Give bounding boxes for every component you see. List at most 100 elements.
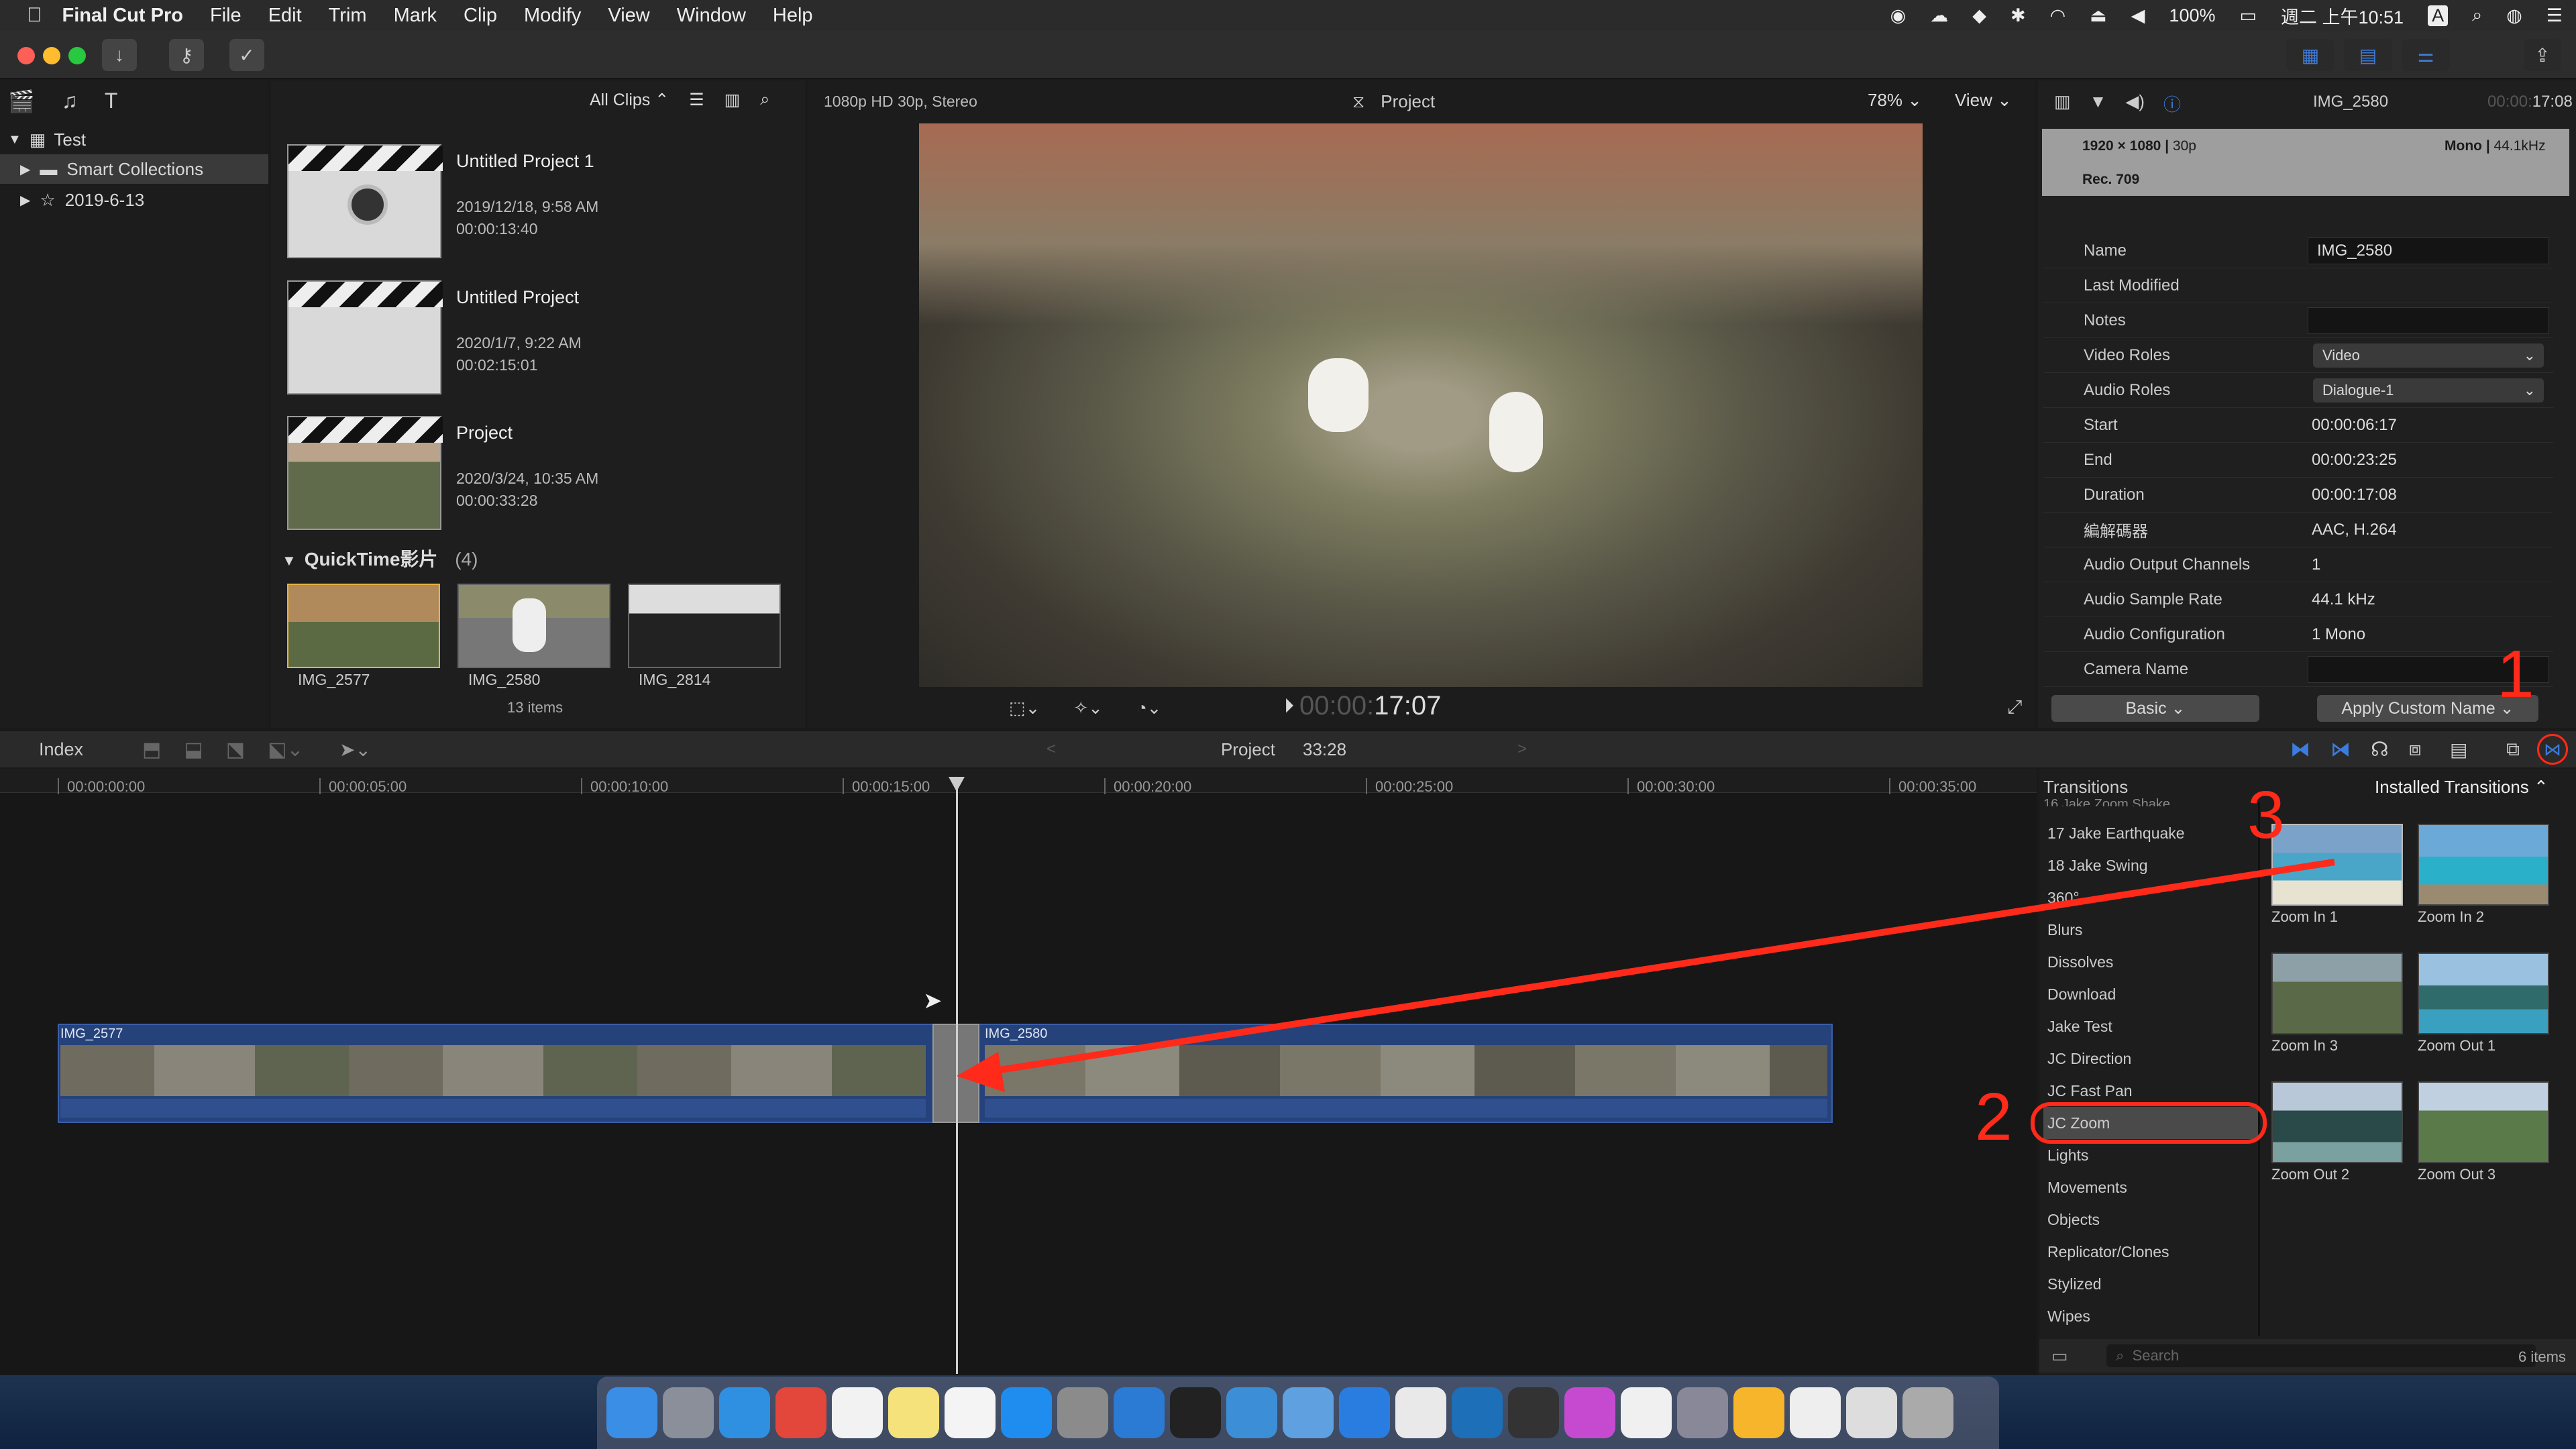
transitions-search-field[interactable]: ⌕ Search <box>2106 1344 2536 1367</box>
category-item[interactable]: 18 Jake Swing <box>2043 849 2258 881</box>
project-item[interactable]: Project 2020/3/24, 10:35 AM 00:00:33:28 <box>287 416 804 543</box>
video-inspector-icon[interactable]: ▥ <box>2054 91 2071 116</box>
inspector-field[interactable] <box>2308 307 2549 334</box>
menu-mark[interactable]: Mark <box>394 5 437 27</box>
final-cut-icon[interactable] <box>1508 1387 1559 1438</box>
xcode-icon[interactable] <box>1226 1387 1277 1438</box>
transition-thumbnail[interactable] <box>2271 953 2403 1034</box>
show-browser-icon[interactable]: ▦ <box>2286 39 2334 71</box>
dropbox-icon[interactable]: ◆ <box>1972 5 1986 26</box>
enhance-icon[interactable]: ✧⌄ <box>1073 698 1103 718</box>
menu-file[interactable]: File <box>210 5 241 27</box>
transitions-browser-icon[interactable]: ⋈ <box>2537 734 2568 765</box>
smart-collections-item[interactable]: ▶ ▬ Smart Collections <box>0 154 268 184</box>
solo-icon[interactable]: ☊ <box>2371 738 2389 761</box>
reminders-icon[interactable] <box>945 1387 996 1438</box>
installed-transitions-popup[interactable]: Installed Transitions ⌃ <box>2375 777 2548 798</box>
trash-icon[interactable] <box>1902 1387 1953 1438</box>
libraries-icon[interactable]: 🎬 <box>8 89 35 114</box>
apple-icon[interactable]:  <box>27 4 42 27</box>
category-item[interactable]: Blurs <box>2043 914 2258 946</box>
category-item[interactable]: Replicator/Clones <box>2043 1236 2258 1268</box>
transition-thumbnail[interactable] <box>2271 1081 2403 1163</box>
launchpad-icon[interactable] <box>663 1387 714 1438</box>
transform-icon[interactable]: ⬚⌄ <box>1009 698 1040 718</box>
background-tasks-icon[interactable]: ✓ <box>229 39 264 71</box>
inspector-role-popup[interactable]: Dialogue-1 ⌄ <box>2313 378 2544 402</box>
textedit-icon[interactable] <box>1790 1387 1841 1438</box>
calendar-icon[interactable] <box>832 1387 883 1438</box>
clip-appearance-timeline-icon[interactable]: ▤ <box>2450 739 2467 761</box>
playhead[interactable] <box>956 778 958 1374</box>
append-clip-icon[interactable]: ⬔ <box>226 738 245 761</box>
safari-icon[interactable] <box>719 1387 770 1438</box>
show-timeline-icon[interactable]: ▤ <box>2344 39 2392 71</box>
motion-icon[interactable] <box>1564 1387 1615 1438</box>
record-icon[interactable]: ◉ <box>1890 5 1907 26</box>
transition-thumbnail[interactable] <box>2418 824 2549 906</box>
menu-app[interactable]: Final Cut Pro <box>62 5 183 27</box>
timecode-display[interactable]: ⏵ 00:00: 17:07 <box>1284 691 1441 721</box>
close-window-button[interactable] <box>17 47 35 64</box>
play-icon[interactable]: ⏵ <box>1284 695 1294 718</box>
metadata-view-popup[interactable]: Basic ⌄ <box>2051 695 2259 722</box>
sidebar-toggle-icon[interactable]: ▭ <box>2051 1346 2068 1366</box>
zoom-window-button[interactable] <box>68 47 86 64</box>
skimming-icon[interactable]: ⧓ <box>2290 738 2310 761</box>
drafts-icon[interactable] <box>1283 1387 1334 1438</box>
maps-icon[interactable] <box>1339 1387 1390 1438</box>
audio-inspector-icon[interactable]: ◀) <box>2125 91 2145 116</box>
zoom-popup[interactable]: 78% ⌄ <box>1868 90 1922 111</box>
history-back-icon[interactable]: < <box>1046 740 1056 759</box>
clock[interactable]: 週二 上午10:51 <box>2281 3 2404 29</box>
clip-thumbnail[interactable] <box>458 584 610 668</box>
view-popup[interactable]: View ⌄ <box>1955 90 2012 111</box>
cloud-icon[interactable]: ☁ <box>1930 5 1948 26</box>
transition-thumbnail[interactable] <box>2418 1081 2549 1163</box>
spotlight-icon[interactable]: ⌕ <box>2472 5 2482 26</box>
app-store-icon[interactable] <box>1001 1387 1052 1438</box>
category-item[interactable]: Download <box>2043 978 2258 1010</box>
photos-audio-icon[interactable]: ♫ <box>62 89 78 114</box>
overwrite-clip-icon[interactable]: ⬕⌄ <box>268 738 303 761</box>
clip-thumbnail[interactable] <box>628 584 781 668</box>
slack-icon[interactable] <box>1395 1387 1446 1438</box>
category-item[interactable]: Dissolves <box>2043 946 2258 978</box>
timeline-clip-b[interactable]: IMG_2580 <box>982 1024 1830 1123</box>
menu-trim[interactable]: Trim <box>329 5 367 27</box>
category-item[interactable]: JC Direction <box>2043 1042 2258 1075</box>
pages-icon[interactable] <box>1621 1387 1672 1438</box>
titles-generators-icon[interactable]: T <box>105 89 118 114</box>
category-item[interactable]: 360° <box>2043 881 2258 914</box>
select-tool-icon[interactable]: ➤⌄ <box>339 739 371 761</box>
fullscreen-icon[interactable]: ⤢ <box>2007 696 2022 718</box>
siri-icon[interactable]: ◍ <box>2506 5 2522 26</box>
transition-thumbnail[interactable] <box>2418 953 2549 1034</box>
system-preferences-icon[interactable] <box>1057 1387 1108 1438</box>
index-button[interactable]: Index <box>39 739 83 760</box>
info-inspector-icon[interactable]: ⓘ <box>2163 91 2181 116</box>
category-item[interactable]: 16 Jake Zoom Shake <box>2043 797 2170 806</box>
clip-filter[interactable]: All Clips ⌃ <box>590 90 669 110</box>
input-source[interactable]: A <box>2428 5 2449 26</box>
timeline-clip-a[interactable]: IMG_2577 <box>58 1024 930 1123</box>
menu-help[interactable]: Help <box>773 5 813 27</box>
battery-text[interactable]: 100% <box>2169 5 2215 26</box>
volume-icon[interactable]: ◀ <box>2131 5 2145 26</box>
documents-icon[interactable] <box>1846 1387 1897 1438</box>
preview-icon[interactable] <box>1677 1387 1728 1438</box>
category-item[interactable]: Movements <box>2043 1171 2258 1203</box>
search-icon[interactable]: ⌕ <box>760 90 769 110</box>
project-item[interactable]: Untitled Project 1 2019/12/18, 9:58 AM 0… <box>287 144 804 272</box>
chrome-icon[interactable] <box>775 1387 826 1438</box>
wifi-icon[interactable]: ◠ <box>2050 5 2066 26</box>
quicktime-group-header[interactable]: ▼ QuickTime影片 (4) <box>282 545 478 572</box>
menu-modify[interactable]: Modify <box>524 5 581 27</box>
finder-icon[interactable] <box>606 1387 657 1438</box>
connect-clip-icon[interactable]: ⬒ <box>142 738 161 761</box>
transition-thumbnail[interactable] <box>2271 824 2403 906</box>
history-forward-icon[interactable]: > <box>1517 740 1527 759</box>
category-item[interactable]: Objects <box>2043 1203 2258 1236</box>
bluetooth-icon[interactable]: ✱ <box>2010 5 2026 26</box>
keyword-icon[interactable]: ⚷ <box>169 39 204 71</box>
